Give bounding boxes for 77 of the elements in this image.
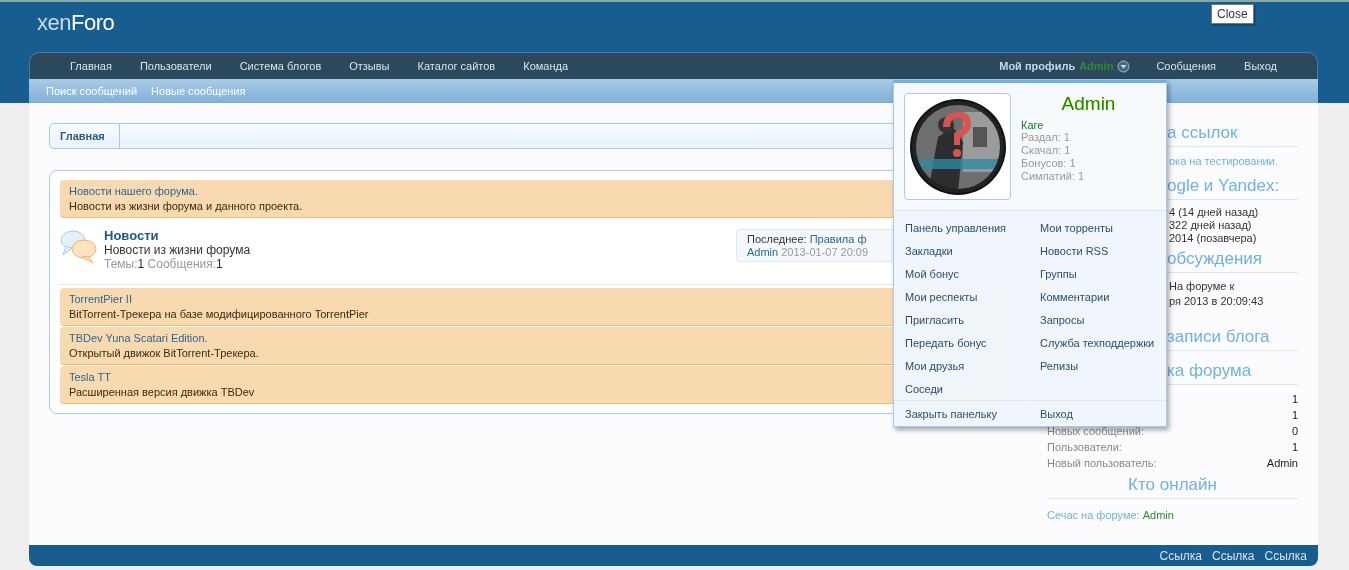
stat-label: Новых сообщений: xyxy=(1047,424,1144,439)
forum-stats: Темы:1 Сообщения:1 xyxy=(104,257,224,271)
profile-menu-item[interactable]: Новости RSS xyxy=(1040,244,1109,257)
footer-link[interactable]: Ссылка xyxy=(1154,548,1208,563)
sidebar-text: 322 дней назад) xyxy=(1169,219,1252,231)
sidebar-text: 4 (14 дней назад) xyxy=(1169,206,1259,218)
sidebar-heading: а ссылок xyxy=(1167,123,1238,143)
profile-menu-item[interactable]: Мой бонус xyxy=(905,267,959,280)
stat-value: 1 xyxy=(1291,440,1298,455)
sidebar-heading: ogle и Yandex: xyxy=(1167,176,1280,196)
user-stat: Бонусов: 1 xyxy=(1021,157,1077,170)
speech-bubbles-icon xyxy=(60,228,98,264)
profile-name: Admin xyxy=(1060,93,1117,115)
profile-menu-item[interactable]: Служба техподдержки xyxy=(1040,336,1155,349)
category-title[interactable]: Tesla TT xyxy=(69,371,111,383)
last-post-link[interactable]: Правила ф xyxy=(809,233,867,245)
category-description: BitTorrent-Трекера на базе модифицированного TorrentPier xyxy=(69,308,369,320)
user-stat: Скачал: 1 xyxy=(1021,144,1072,157)
category-title[interactable]: Новости нашего форума. xyxy=(69,185,198,197)
footer-link[interactable]: Ссылка xyxy=(1207,548,1260,563)
profile-menu-item[interactable]: Пригласить xyxy=(905,313,964,326)
last-post-line: Последнее: Правила ф xyxy=(747,233,867,245)
last-post-meta: Admin 2013-01-07 20:09 xyxy=(747,246,869,258)
stat-value: 0 xyxy=(1291,424,1298,439)
profile-menu-item[interactable]: Группы xyxy=(1040,267,1077,280)
stat-label: Новый пользователь: xyxy=(1047,456,1157,471)
nav-link[interactable]: Выход xyxy=(1230,60,1291,72)
profile-menu-item[interactable]: Релизы xyxy=(1040,359,1079,372)
category-description: Расширенная версия движка TBDev xyxy=(69,386,255,398)
profile-menu-item[interactable]: Панель управления xyxy=(905,221,1007,234)
profile-menu-item[interactable]: Мои торренты xyxy=(1040,221,1113,234)
forum-title[interactable]: Новости xyxy=(104,228,736,243)
nav-link[interactable]: Сообщения xyxy=(1142,60,1231,72)
sidebar-note: ока на тестировании. xyxy=(1169,155,1278,168)
category-title[interactable]: TorrentPier II xyxy=(69,293,132,305)
nav-tab[interactable]: Команда xyxy=(509,60,583,72)
profile-menu-item[interactable]: Соседи xyxy=(905,382,943,395)
user-link[interactable]: Admin xyxy=(747,246,779,258)
discussion-text: На форуме к xyxy=(1169,279,1235,294)
nav-tab[interactable]: Каталог сайтов xyxy=(403,60,510,72)
user-stat: Симпатий: 1 xyxy=(1021,170,1086,183)
category-title[interactable]: TBDev Yuna Scatari Edition. xyxy=(69,332,208,344)
forum-description: Новости из жизни форума xyxy=(104,243,252,257)
profile-menu-item[interactable]: Мои друзья xyxy=(905,359,965,372)
nav-tab[interactable]: Главная xyxy=(56,60,126,72)
profile-menu-item[interactable]: Закладки xyxy=(905,244,953,257)
sidebar-text: 2014 (позавчера) xyxy=(1169,232,1257,244)
sidebar-heading: Кто онлайн xyxy=(1128,475,1217,495)
sidebar-heading: записи блога xyxy=(1167,327,1270,347)
logout-link[interactable]: Выход xyxy=(1040,408,1073,420)
sidebar-heading: ка форума xyxy=(1167,361,1252,381)
profile-menu-item[interactable]: Мои респекты xyxy=(905,290,978,303)
profile-menu-item[interactable]: Комментарии xyxy=(1040,290,1110,303)
stat-value: 1 xyxy=(1291,392,1298,407)
nav-tab[interactable]: Система блогов xyxy=(225,60,336,72)
nav-tab[interactable]: Пользователи xyxy=(125,60,226,72)
category-description: Открытый движок BitTorrent-Трекера. xyxy=(69,347,259,359)
online-users: Сечас на форуме: Admin xyxy=(1047,508,1175,521)
user-title: Каге xyxy=(1021,119,1045,131)
stat-label: Пользователи: xyxy=(1047,440,1122,455)
logo[interactable]: xenForo xyxy=(37,10,115,44)
dropdown-caret-icon xyxy=(1117,59,1131,73)
footer-link[interactable]: Ссылка xyxy=(1259,548,1312,563)
user-link[interactable]: Admin xyxy=(1142,509,1174,521)
stat-value: 1 xyxy=(1291,408,1298,423)
nav-tab[interactable]: Отзывы xyxy=(335,60,404,72)
user-stat: Раздал: 1 xyxy=(1021,131,1071,144)
close-panel-link[interactable]: Закрыть панельку xyxy=(905,408,997,420)
sidebar-heading: обсуждения xyxy=(1167,249,1263,269)
stat-value: Admin xyxy=(1266,456,1298,471)
close-tooltip: Close xyxy=(1211,4,1254,24)
discussion-text: ря 2013 в 20:09:43 xyxy=(1169,294,1264,309)
profile-menu-item[interactable]: Запросы xyxy=(1040,313,1085,326)
profile-menu-item[interactable]: Передать бонус xyxy=(905,336,987,349)
breadcrumb-link[interactable]: Главная xyxy=(50,124,120,148)
profile-menu-link[interactable]: Мой профиль Admin xyxy=(987,59,1143,73)
category-description: Новости из жизни форума и данного проекта. xyxy=(69,200,303,212)
